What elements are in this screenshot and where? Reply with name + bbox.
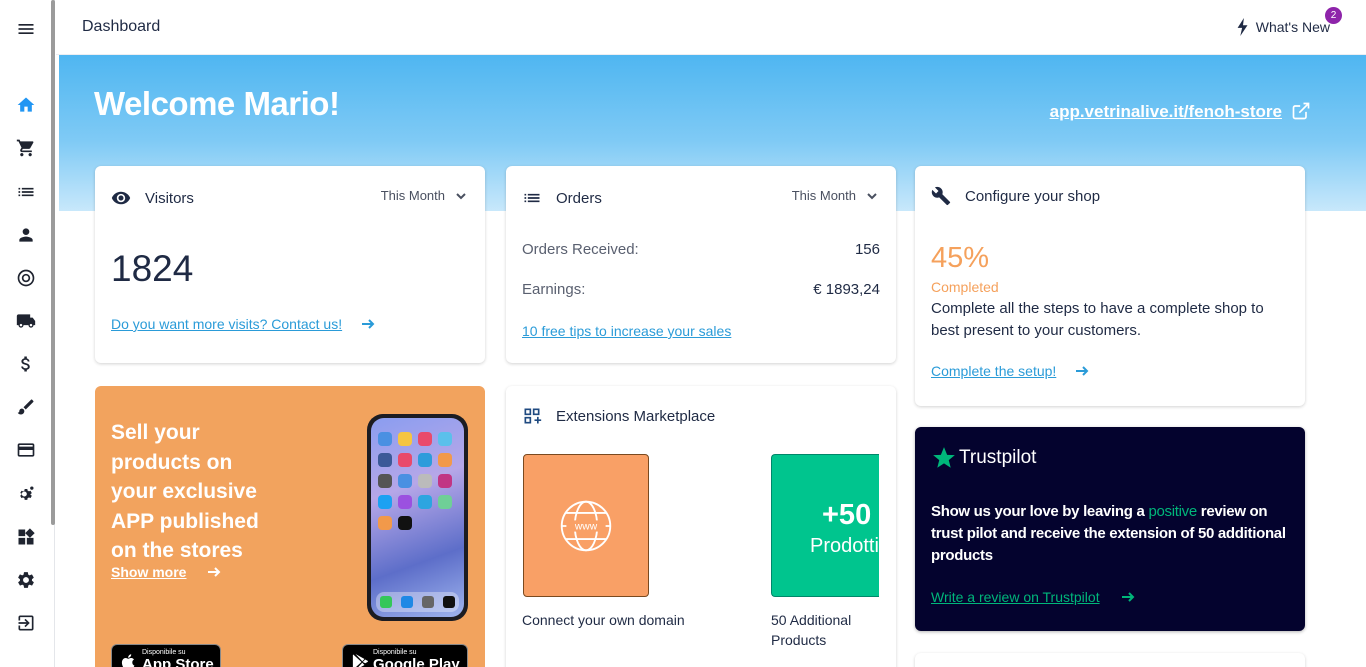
earnings-row: Earnings: € 1893,24 bbox=[522, 281, 880, 298]
widgets-icon[interactable] bbox=[14, 525, 38, 549]
configure-header: Configure your shop bbox=[931, 186, 1100, 206]
arrow-right-icon bbox=[208, 567, 221, 577]
orders-received-label: Orders Received: bbox=[522, 241, 639, 258]
chevron-down-icon bbox=[456, 192, 466, 199]
chevron-down-icon bbox=[867, 192, 877, 199]
page-title: Dashboard bbox=[82, 18, 161, 35]
plus-fifty-label: +50 bbox=[822, 499, 872, 531]
truck-icon[interactable] bbox=[14, 309, 38, 333]
sidebar-scrollbar[interactable] bbox=[51, 0, 55, 525]
visitors-card: Visitors This Month 1824 Do you want mor… bbox=[95, 166, 485, 363]
trustpilot-logo: Trustpilot bbox=[931, 445, 1036, 471]
apple-icon bbox=[121, 654, 135, 667]
sidebar bbox=[0, 0, 55, 667]
brush-icon[interactable] bbox=[14, 395, 38, 419]
google-play-big: Google Play bbox=[373, 656, 460, 667]
app-store-badge[interactable]: Disponibile su App Store bbox=[111, 644, 221, 667]
orders-header: Orders bbox=[522, 188, 602, 208]
custom-domain-tile[interactable]: www bbox=[523, 454, 649, 597]
settings-gear-icon[interactable] bbox=[14, 482, 38, 506]
cart-icon[interactable] bbox=[14, 136, 38, 160]
orders-title: Orders bbox=[556, 189, 602, 207]
setup-percent: 45% bbox=[931, 242, 990, 274]
extensions-header: Extensions Marketplace bbox=[522, 406, 715, 426]
app-store-small: Disponibile su bbox=[142, 649, 186, 656]
show-more-label: Show more bbox=[111, 564, 187, 580]
additional-products-tile[interactable]: +50 Prodotti bbox=[771, 454, 879, 597]
star-icon bbox=[933, 447, 955, 468]
eye-icon bbox=[111, 191, 131, 205]
extensions-icon bbox=[524, 408, 542, 424]
next-card-partial bbox=[915, 653, 1305, 667]
visitors-period-label: This Month bbox=[380, 188, 445, 203]
app-promo-card: Sell your products on your exclusive APP… bbox=[95, 386, 485, 667]
trustpilot-card: Trustpilot Show us your love by leaving … bbox=[915, 427, 1305, 631]
google-play-badge[interactable]: Disponibile su Google Play bbox=[342, 644, 468, 667]
top-header: Dashboard What's New 2 bbox=[56, 0, 1366, 55]
store-url-link[interactable]: app.vetrinalive.it/fenoh-store bbox=[1050, 102, 1282, 122]
notification-badge: 2 bbox=[1325, 7, 1342, 24]
orders-card: Orders This Month Orders Received: 156 E… bbox=[506, 166, 896, 363]
home-icon[interactable] bbox=[14, 93, 38, 117]
arrow-right-icon[interactable] bbox=[1074, 363, 1090, 379]
extensions-title: Extensions Marketplace bbox=[556, 407, 716, 425]
list-icon bbox=[524, 193, 540, 203]
credit-card-icon[interactable] bbox=[14, 438, 38, 462]
whats-new-label: What's New bbox=[1255, 19, 1330, 35]
whats-new-button[interactable]: What's New bbox=[1236, 18, 1330, 36]
earnings-value: € 1893,24 bbox=[813, 281, 880, 298]
list-icon[interactable] bbox=[14, 180, 38, 204]
person-icon[interactable] bbox=[14, 223, 38, 247]
write-review-link[interactable]: Write a review on Trustpilot bbox=[931, 589, 1136, 605]
visitors-period-select[interactable]: This Month bbox=[381, 188, 467, 203]
orders-period-select[interactable]: This Month bbox=[792, 188, 878, 203]
dollar-icon[interactable] bbox=[14, 352, 38, 376]
more-visits-link[interactable]: Do you want more visits? Contact us! bbox=[111, 316, 342, 332]
www-label: www bbox=[574, 522, 598, 533]
trustpilot-brand: Trustpilot bbox=[959, 447, 1037, 468]
app-store-big: App Store bbox=[142, 656, 214, 667]
visitors-count: 1824 bbox=[111, 248, 194, 289]
orders-received-row: Orders Received: 156 bbox=[522, 241, 880, 258]
trustpilot-text-1: Show us your love by leaving a bbox=[931, 503, 1145, 520]
free-tips-link[interactable]: 10 free tips to increase your sales bbox=[522, 323, 731, 339]
earnings-label: Earnings: bbox=[522, 281, 586, 298]
configure-shop-card: Configure your shop 45% Completed Comple… bbox=[915, 166, 1305, 406]
target-icon[interactable] bbox=[14, 266, 38, 290]
globe-www-icon: www bbox=[560, 500, 612, 552]
setup-status: Completed bbox=[931, 279, 999, 295]
external-link-icon[interactable] bbox=[1291, 101, 1311, 121]
welcome-title: Welcome Mario! bbox=[94, 85, 340, 122]
wrench-icon bbox=[931, 186, 951, 206]
logout-icon[interactable] bbox=[14, 611, 38, 635]
custom-domain-caption: Connect your own domain bbox=[522, 612, 685, 628]
visitors-header: Visitors bbox=[111, 188, 194, 208]
app-promo-text: Sell your products on your exclusive APP… bbox=[111, 421, 259, 562]
settings-icon[interactable] bbox=[14, 568, 38, 592]
setup-description: Complete all the steps to have a complet… bbox=[931, 300, 1264, 339]
trustpilot-message: Show us your love by leaving a positive … bbox=[931, 501, 1291, 567]
orders-received-value: 156 bbox=[854, 241, 880, 258]
arrow-right-icon[interactable] bbox=[360, 316, 376, 332]
prodotti-label: Prodotti bbox=[810, 535, 879, 557]
google-play-small: Disponibile su bbox=[373, 649, 417, 656]
extensions-card: Extensions Marketplace www Connect your … bbox=[506, 386, 896, 667]
orders-period-label: This Month bbox=[791, 188, 856, 203]
write-review-label: Write a review on Trustpilot bbox=[931, 589, 1100, 605]
trustpilot-text-highlight: positive bbox=[1148, 503, 1197, 520]
show-more-link[interactable]: Show more bbox=[111, 564, 222, 580]
complete-setup-link[interactable]: Complete the setup! bbox=[931, 363, 1056, 379]
configure-title: Configure your shop bbox=[965, 187, 1101, 205]
additional-products-caption: 50 Additional Products bbox=[771, 612, 852, 648]
google-play-icon bbox=[352, 654, 368, 667]
phone-mockup bbox=[367, 414, 468, 621]
arrow-right-icon bbox=[1121, 592, 1135, 602]
bolt-icon bbox=[1237, 18, 1248, 36]
menu-icon[interactable] bbox=[14, 17, 38, 41]
visitors-title: Visitors bbox=[145, 189, 194, 207]
